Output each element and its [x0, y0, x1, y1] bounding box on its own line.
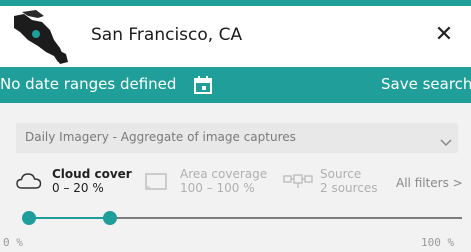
location-title: San Francisco, CA — [91, 25, 243, 45]
slider-handle-high[interactable] — [103, 211, 117, 225]
area-coverage-value: 100 – 100 % — [180, 181, 255, 195]
slider-handle-low[interactable] — [22, 211, 36, 225]
date-range-label[interactable]: No date ranges defined — [0, 75, 176, 93]
imagery-type-select[interactable]: Daily Imagery - Aggregate of image captu… — [16, 123, 458, 153]
date-range-bar: No date ranges defined Save search — [0, 67, 471, 103]
imagery-type-value: Daily Imagery - Aggregate of image captu… — [25, 130, 296, 144]
slider-fill — [29, 217, 110, 219]
all-filters-button[interactable]: All filters > — [396, 176, 463, 190]
location-header: San Francisco, CA ✕ — [0, 6, 471, 67]
cloud-cover-value: 0 – 20 % — [52, 181, 104, 195]
calendar-icon[interactable] — [193, 75, 213, 95]
save-search-button[interactable]: Save search — [381, 75, 471, 93]
filter-area-coverage[interactable]: Area coverage 100 – 100 % — [144, 167, 274, 201]
close-icon[interactable]: ✕ — [431, 22, 457, 48]
cloud-cover-title: Cloud cover — [52, 167, 132, 181]
filter-source[interactable]: Source 2 sources — [283, 167, 383, 201]
filter-cloud-cover[interactable]: Cloud cover 0 – 20 % — [16, 167, 136, 201]
source-value: 2 sources — [320, 181, 378, 195]
source-title: Source — [320, 167, 362, 181]
area-icon — [144, 171, 168, 195]
slider-max-label: 100 % — [421, 236, 455, 249]
cloud-cover-slider[interactable] — [22, 211, 462, 225]
map-thumbnail — [14, 10, 76, 64]
area-coverage-title: Area coverage — [180, 167, 268, 181]
satellite-icon — [283, 171, 313, 195]
slider-min-label: 0 % — [3, 236, 23, 249]
chevron-down-icon — [440, 133, 452, 147]
cloud-icon — [16, 171, 42, 195]
